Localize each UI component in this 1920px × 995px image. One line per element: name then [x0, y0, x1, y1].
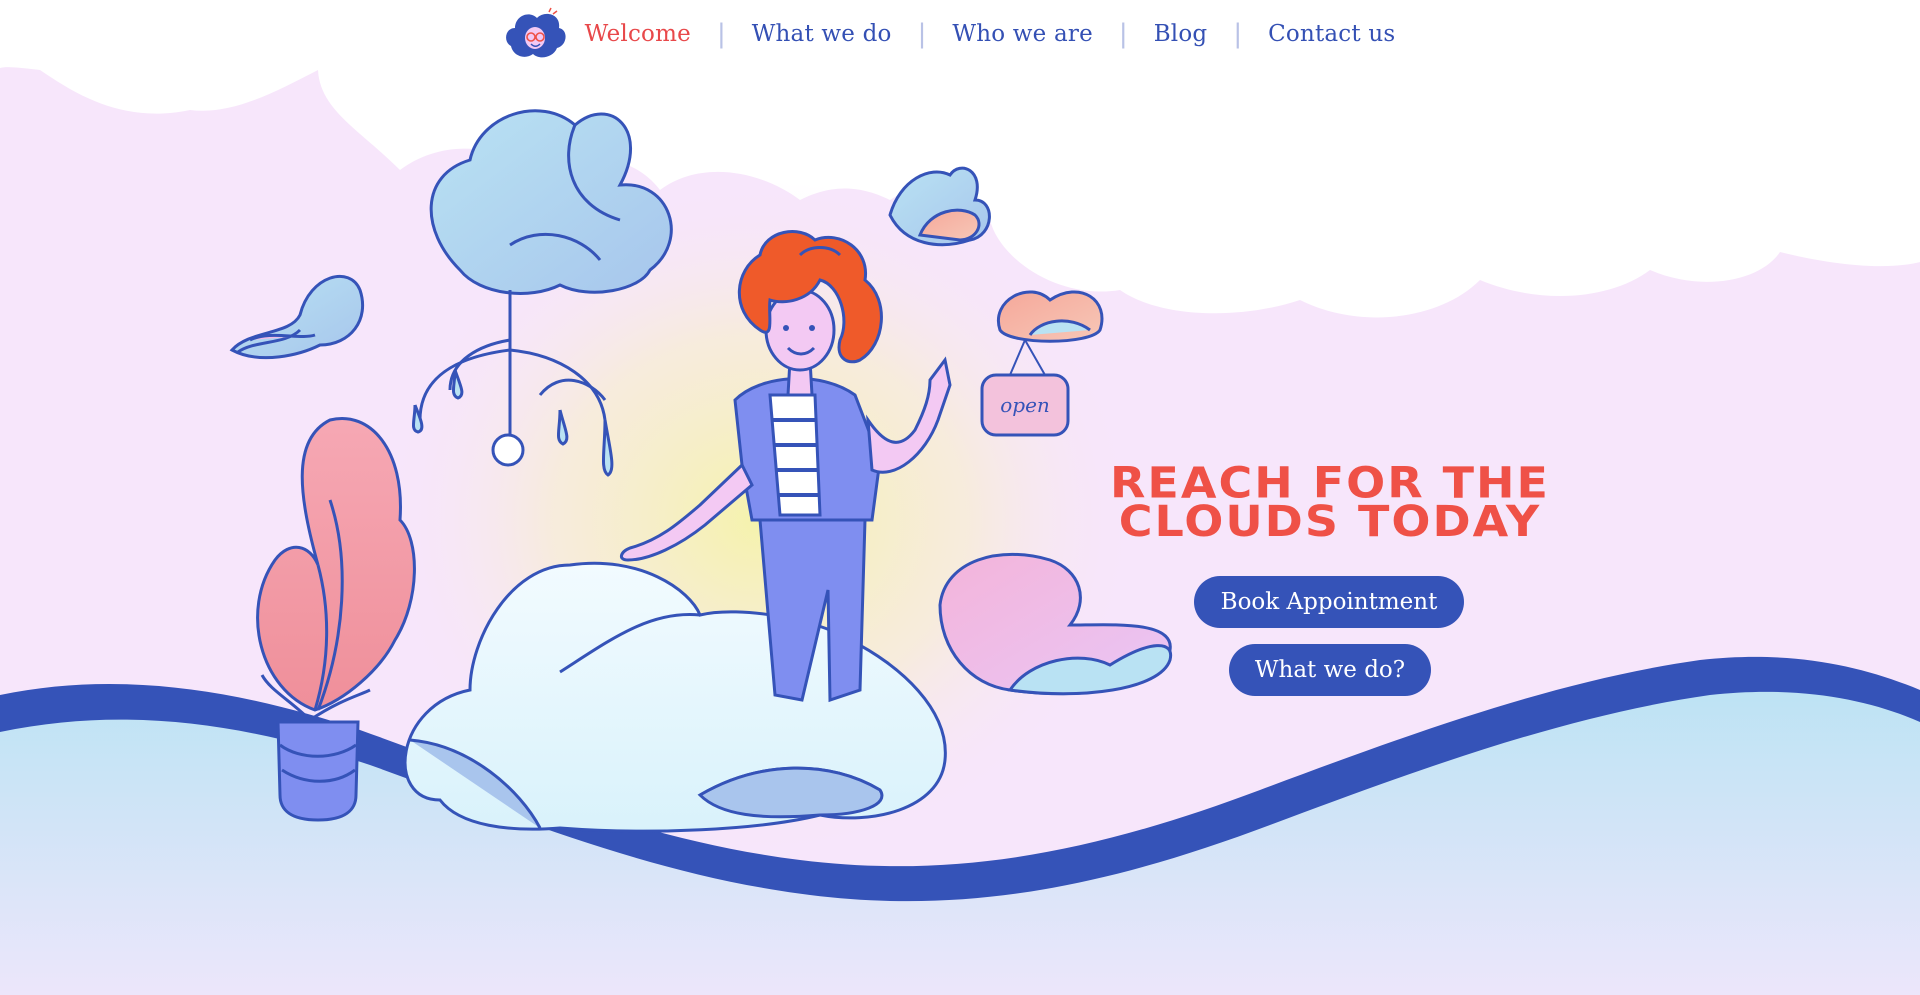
nav-separator: | [716, 19, 726, 49]
nav-separator: | [1233, 19, 1243, 49]
cloud-lady-logo-icon[interactable] [503, 6, 569, 62]
top-nav: Welcome | What we do | Who we are | Blog… [0, 0, 1920, 68]
open-sign-text: open [1000, 393, 1050, 417]
book-appointment-button[interactable]: Book Appointment [1194, 576, 1464, 628]
nav-who-we-are[interactable]: Who we are [950, 21, 1095, 47]
what-we-do-button[interactable]: What we do? [1229, 644, 1431, 696]
nav-what-we-do[interactable]: What we do [750, 21, 894, 47]
nav-separator: | [1118, 19, 1128, 49]
nav-contact-us[interactable]: Contact us [1266, 21, 1397, 47]
nav-inner: Welcome | What we do | Who we are | Blog… [503, 6, 1398, 62]
hero-title-line-2: CLOUDS TODAY [1118, 496, 1542, 547]
hero-illustration: open [0, 0, 1920, 995]
nav-blog[interactable]: Blog [1152, 21, 1210, 47]
hero-title: REACH FOR THE CLOUDS TODAY [1090, 462, 1570, 543]
nav-welcome[interactable]: Welcome [583, 21, 693, 47]
nav-separator: | [917, 19, 927, 49]
